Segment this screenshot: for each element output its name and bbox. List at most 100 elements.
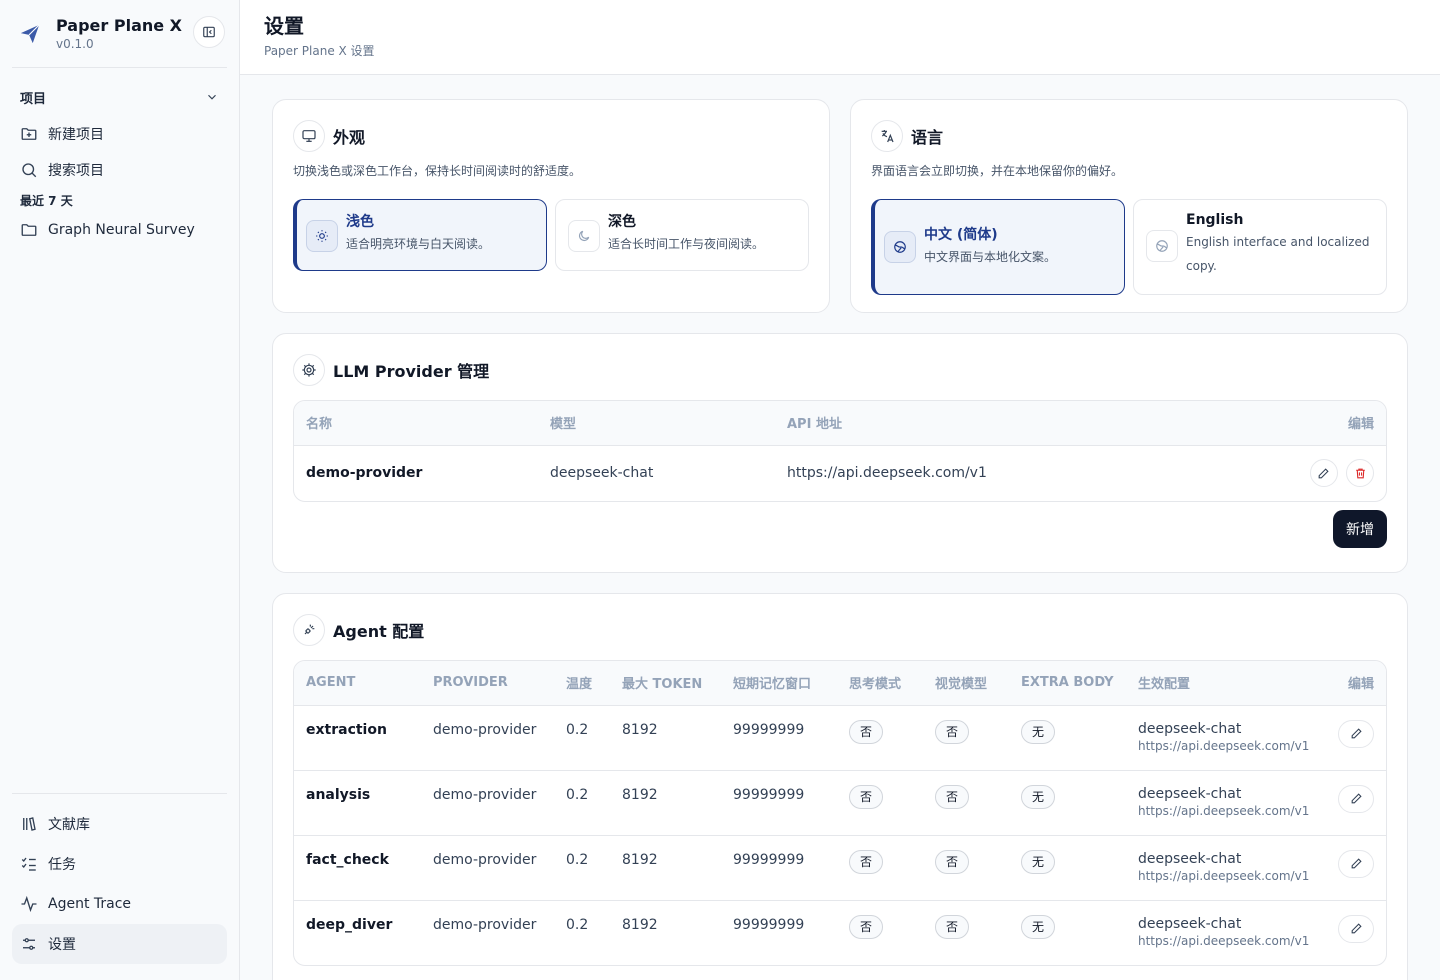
page-title: 设置	[264, 14, 304, 38]
extra-body-badge: 无	[1021, 784, 1055, 809]
edit-agent-button[interactable]	[1338, 914, 1374, 943]
col-max-token: 最大 TOKEN	[610, 661, 721, 706]
agent-provider: demo-provider	[421, 770, 554, 836]
chevron-down-icon	[208, 94, 216, 100]
app-version: v0.1.0	[56, 36, 94, 51]
sliders-icon	[23, 938, 35, 950]
theme-light-option[interactable]: 浅色 适合明亮环境与白天阅读。	[293, 199, 547, 271]
agent-temperature: 0.2	[566, 916, 589, 933]
agent-max-token: 8192	[622, 916, 658, 933]
language-card: 语言 界面语言会立即切换，并在本地保留你的偏好。 中文 (简体) 中文界面与本地…	[850, 99, 1408, 313]
table-row: fact_check demo-provider 0.2 8192 999999…	[294, 835, 1386, 901]
nav-library[interactable]: 文献库	[12, 804, 227, 844]
projects-section-toggle[interactable]: 项目	[12, 86, 227, 108]
extra-body-badge: 无	[1021, 914, 1055, 939]
provider-table: 名称 模型 API 地址 编辑 demo-provider deepseek-c…	[293, 400, 1387, 502]
nav-settings[interactable]: 设置	[12, 924, 227, 964]
table-row: deep_diver demo-provider 0.2 8192 999999…	[294, 900, 1386, 965]
provider-name: demo-provider	[306, 465, 423, 482]
effective-model: deepseek-chat	[1138, 915, 1242, 932]
agent-memory-window: 99999999	[733, 916, 805, 933]
theme-dark-option[interactable]: 深色 适合长时间工作与夜间阅读。	[555, 199, 809, 271]
col-agent: AGENT	[294, 661, 421, 706]
add-provider-button[interactable]: 新增	[1333, 510, 1387, 548]
new-project-button[interactable]: 新建项目	[12, 116, 227, 152]
agent-name: fact_check	[294, 835, 421, 901]
effective-url: https://api.deepseek.com/v1	[1138, 933, 1310, 948]
language-en-option[interactable]: English English interface and localized …	[1133, 199, 1387, 295]
vision-badge: 否	[935, 849, 969, 874]
list-checks-icon	[21, 857, 36, 871]
col-api: API 地址	[775, 401, 1266, 446]
col-edit: 编辑	[1266, 401, 1386, 446]
appearance-desc: 切换浅色或深色工作台，保持长时间阅读时的舒适度。	[293, 164, 582, 178]
table-row: analysis demo-provider 0.2 8192 99999999…	[294, 770, 1386, 836]
agent-temperature: 0.2	[554, 770, 610, 836]
bottom-nav: 文献库 任务 Agent Trace 设置	[12, 793, 227, 980]
extra-body-badge: 无	[1021, 719, 1055, 744]
languages-icon	[871, 120, 903, 152]
page-subtitle: Paper Plane X 设置	[264, 44, 375, 58]
folder-icon	[21, 224, 37, 236]
provider-model: deepseek-chat	[550, 465, 654, 482]
col-vision: 视觉模型	[923, 661, 1009, 706]
paper-plane-logo-icon	[18, 22, 42, 46]
search-project-button[interactable]: 搜索项目	[12, 152, 227, 188]
brand: Paper Plane X v0.1.0	[12, 0, 227, 68]
agent-config-card: Agent 配置 AGENT PROVIDER 温度 最大 TOKEN 短期记忆…	[272, 593, 1408, 980]
agent-max-token: 8192	[610, 835, 721, 901]
edit-agent-button[interactable]	[1338, 849, 1374, 878]
sidebar-collapse-icon	[203, 26, 215, 38]
agent-max-token: 8192	[610, 770, 721, 836]
agent-memory-window: 99999999	[721, 705, 837, 771]
agent-temperature: 0.2	[554, 835, 610, 901]
appearance-card: 外观 切换浅色或深色工作台，保持长时间阅读时的舒适度。 浅色 适合明亮环境与白天…	[272, 99, 830, 313]
nav-agent-trace[interactable]: Agent Trace	[12, 884, 227, 924]
agent-name: analysis	[294, 770, 421, 836]
edit-provider-button[interactable]	[1309, 459, 1338, 488]
effective-url: https://api.deepseek.com/v1	[1138, 738, 1310, 753]
agent-config-title: Agent 配置	[333, 622, 425, 641]
language-zh-desc: 中文界面与本地化文案。	[924, 250, 1057, 264]
col-provider: PROVIDER	[421, 661, 554, 706]
provider-api: https://api.deepseek.com/v1	[787, 465, 987, 482]
col-thinking: 思考模式	[837, 661, 923, 706]
moon-icon	[568, 220, 600, 252]
theme-dark-title: 深色	[608, 214, 636, 230]
agent-name: extraction	[294, 705, 421, 771]
nav-tasks[interactable]: 任务	[12, 844, 227, 884]
projects-label: 项目	[20, 91, 47, 107]
recent-project-label: Graph Neural Survey	[48, 222, 195, 238]
collapse-sidebar-button[interactable]	[193, 16, 225, 48]
language-en-title: English	[1186, 212, 1244, 228]
edit-agent-button[interactable]	[1338, 719, 1374, 748]
agent-memory-window: 99999999	[721, 835, 837, 901]
vision-badge: 否	[935, 784, 969, 809]
effective-model: deepseek-chat	[1138, 850, 1242, 867]
activity-icon	[21, 895, 37, 913]
globe-icon	[1146, 230, 1178, 262]
delete-provider-button[interactable]	[1346, 459, 1374, 488]
pencil-icon	[1351, 858, 1362, 869]
recent-project-item[interactable]: Graph Neural Survey	[12, 212, 227, 248]
search-project-label: 搜索项目	[48, 163, 104, 179]
theme-light-desc: 适合明亮环境与白天阅读。	[346, 237, 491, 251]
nav-library-label: 文献库	[48, 817, 90, 833]
app-name: Paper Plane X	[56, 15, 183, 35]
theme-dark-desc: 适合长时间工作与夜间阅读。	[608, 237, 765, 251]
table-row: extraction demo-provider 0.2 8192 999999…	[294, 705, 1386, 771]
language-zh-option[interactable]: 中文 (简体) 中文界面与本地化文案。	[871, 199, 1125, 295]
agent-provider: demo-provider	[433, 916, 537, 933]
pencil-icon	[1318, 468, 1329, 479]
agent-provider: demo-provider	[421, 835, 554, 901]
col-model: 模型	[538, 401, 775, 446]
col-edit: 编辑	[1326, 661, 1386, 706]
pencil-icon	[1351, 923, 1362, 934]
language-en-desc: English interface and localized copy.	[1186, 235, 1370, 273]
vision-badge: 否	[935, 914, 969, 939]
monitor-icon	[293, 120, 325, 152]
agent-table: AGENT PROVIDER 温度 最大 TOKEN 短期记忆窗口 思考模式 视…	[293, 660, 1387, 966]
effective-url: https://api.deepseek.com/v1	[1138, 803, 1310, 818]
edit-agent-button[interactable]	[1338, 784, 1374, 813]
page-header: 设置 Paper Plane X 设置	[240, 0, 1440, 75]
